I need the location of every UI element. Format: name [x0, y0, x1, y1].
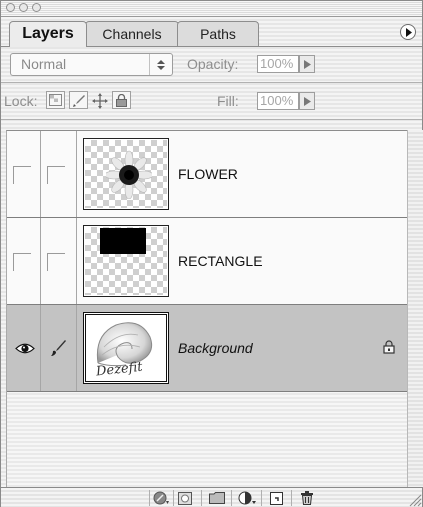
triangle-right-icon — [304, 97, 311, 106]
visibility-toggle[interactable] — [7, 131, 41, 217]
blend-row: Normal Opacity: 100% — [1, 48, 422, 81]
tab-channels[interactable]: Channels — [85, 21, 179, 46]
lock-image-button[interactable] — [69, 91, 88, 109]
lock-transparency-button[interactable] — [46, 91, 65, 109]
layers-palette: Layers Channels Paths Normal Opacity: 10… — [0, 0, 423, 507]
lock-label: Lock: — [4, 93, 38, 109]
link-empty-box — [47, 253, 65, 271]
flower-thumbnail-icon — [106, 150, 152, 199]
add-layer-mask-button[interactable] — [173, 490, 195, 506]
new-set-button[interactable] — [201, 490, 231, 506]
fill-label: Fill: — [217, 93, 239, 109]
fill-slider-button[interactable] — [299, 92, 315, 110]
blend-mode-select[interactable]: Normal — [10, 53, 173, 76]
lock-icon — [383, 340, 395, 354]
visibility-toggle[interactable] — [7, 218, 41, 304]
tab-layers[interactable]: Layers — [9, 21, 87, 47]
bottom-toolbar — [1, 487, 422, 507]
layer-row-background[interactable]: Dezefit Background — [7, 305, 407, 392]
new-layer-icon — [270, 491, 283, 505]
tab-paths-label: Paths — [200, 26, 236, 42]
palette-menu-button[interactable] — [400, 24, 416, 40]
brush-icon — [73, 95, 85, 107]
blend-mode-value: Normal — [21, 56, 67, 72]
zoom-button[interactable] — [32, 3, 41, 12]
add-layer-style-button[interactable] — [149, 490, 171, 506]
select-arrows-icon — [149, 54, 172, 75]
svg-text:Dezefit: Dezefit — [94, 360, 144, 379]
seashell-thumbnail-icon: Dezefit — [94, 322, 153, 379]
move-icon — [92, 93, 108, 109]
layer-name[interactable]: Background — [178, 305, 253, 391]
scrollbar-track[interactable] — [407, 130, 423, 487]
lock-all-button[interactable] — [112, 91, 131, 109]
fill-input[interactable]: 100% — [257, 92, 299, 110]
layer-style-icon — [153, 491, 169, 505]
link-toggle[interactable] — [41, 131, 77, 217]
new-layer-button[interactable] — [261, 490, 291, 506]
layer-thumbnail[interactable] — [83, 225, 169, 297]
opacity-slider-button[interactable] — [299, 55, 315, 73]
trash-icon — [300, 491, 313, 505]
opacity-label: Opacity: — [187, 56, 239, 72]
layer-mask-icon — [177, 491, 192, 505]
lock-position-button[interactable] — [90, 91, 109, 109]
layer-thumbnail[interactable] — [83, 138, 169, 210]
tab-row: Layers Channels Paths — [1, 17, 422, 47]
transparency-icon — [49, 94, 62, 106]
layers-list: FLOWER RECTANGLE Dezefit Background — [6, 130, 407, 488]
layer-row-flower[interactable]: FLOWER — [7, 131, 407, 218]
opacity-input[interactable]: 100% — [257, 55, 299, 73]
folder-icon — [208, 492, 225, 504]
layer-thumbnail[interactable]: Dezefit — [83, 312, 169, 384]
black-rectangle-thumbnail-icon — [100, 228, 146, 254]
layer-name[interactable]: RECTANGLE — [178, 218, 263, 304]
link-toggle[interactable] — [41, 218, 77, 304]
triangle-right-icon — [406, 28, 412, 37]
close-button[interactable] — [6, 3, 15, 12]
delete-layer-button[interactable] — [291, 490, 321, 506]
tab-paths[interactable]: Paths — [177, 21, 259, 46]
visibility-toggle[interactable] — [7, 305, 41, 391]
resize-grip-icon[interactable] — [406, 491, 422, 507]
lock-icon — [116, 94, 127, 107]
triangle-right-icon — [304, 60, 311, 69]
tab-channels-label: Channels — [102, 26, 162, 42]
divider — [1, 119, 422, 120]
visibility-empty-box — [13, 253, 31, 271]
adjustment-layer-icon — [238, 491, 256, 505]
title-bar[interactable] — [1, 1, 422, 17]
tab-layers-label: Layers — [22, 25, 74, 42]
link-toggle[interactable] — [41, 305, 77, 391]
layer-name[interactable]: FLOWER — [178, 131, 238, 217]
eye-icon — [15, 343, 35, 354]
visibility-empty-box — [13, 166, 31, 184]
link-empty-box — [47, 166, 65, 184]
lock-row: Lock: Fill: 100% — [1, 83, 422, 117]
new-adjustment-layer-button[interactable] — [231, 490, 261, 506]
brush-icon — [51, 340, 66, 356]
layer-row-rectangle[interactable]: RECTANGLE — [7, 218, 407, 305]
minimize-button[interactable] — [19, 3, 28, 12]
